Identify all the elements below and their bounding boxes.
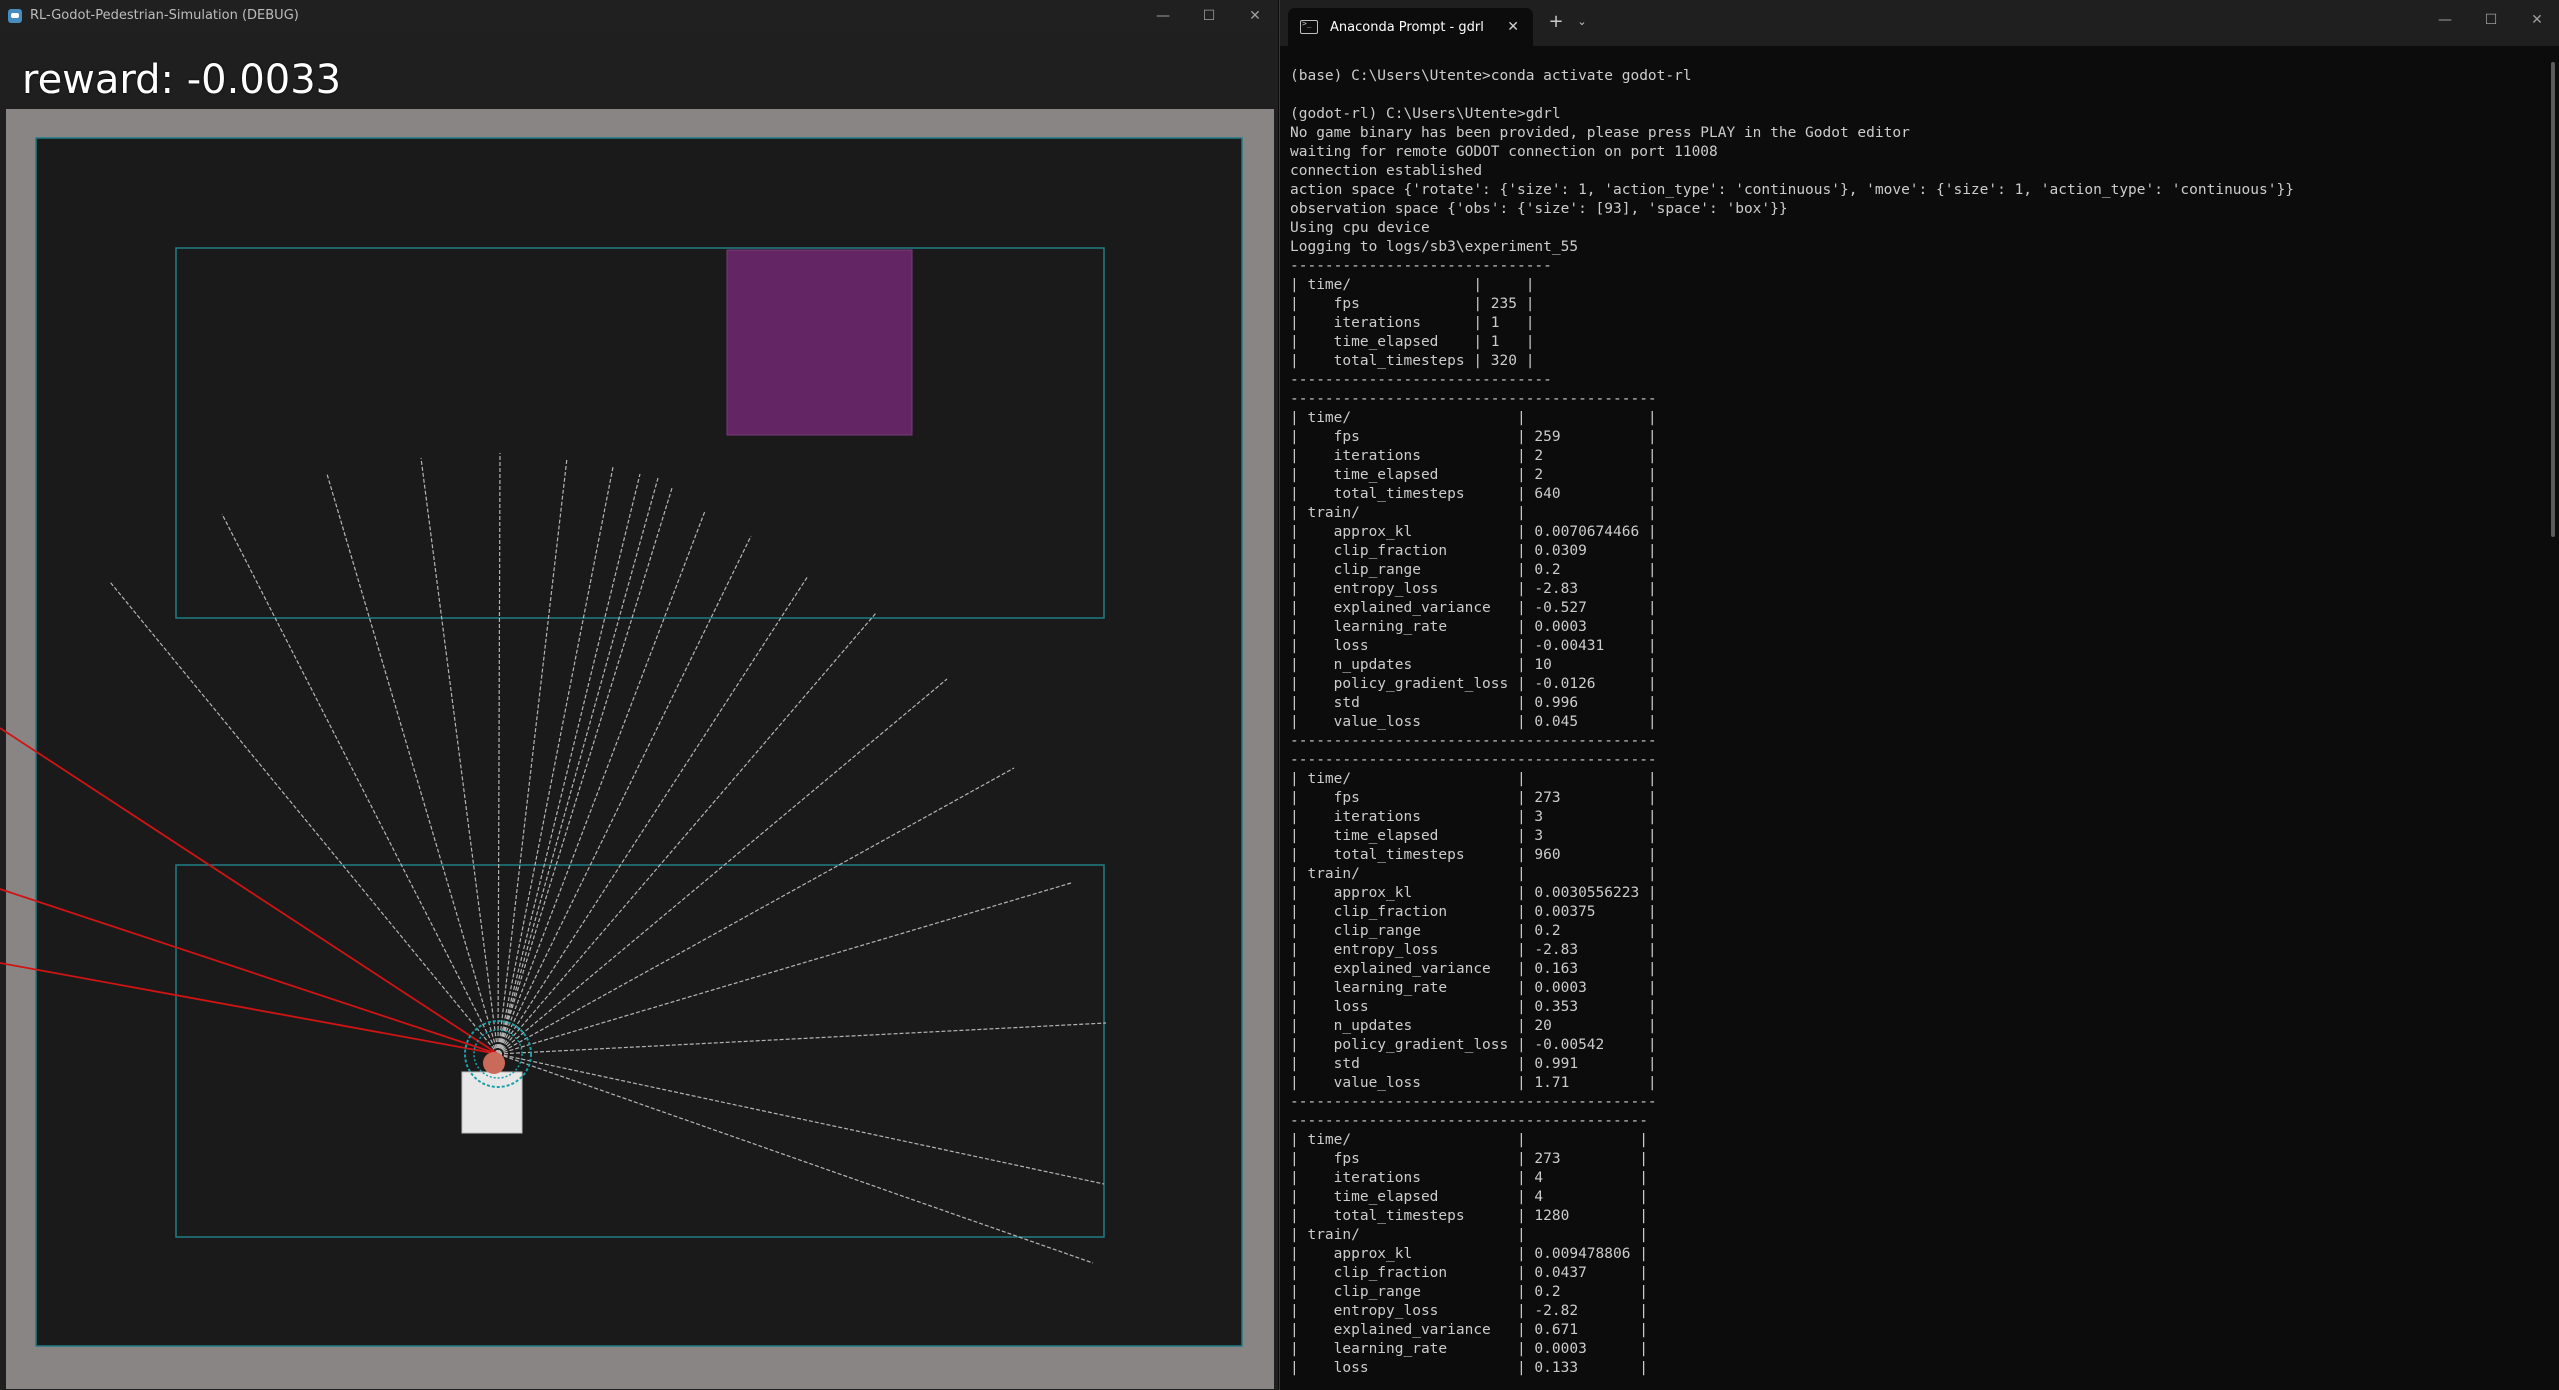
terminal-line: | value_loss | 1.71 | bbox=[1290, 1075, 1657, 1091]
tab-title: Anaconda Prompt - gdrl bbox=[1330, 19, 1484, 35]
terminal-line: ------------------------------ bbox=[1290, 372, 1552, 388]
terminal-line: | fps | 273 | bbox=[1290, 1151, 1648, 1167]
terminal-line: | approx_kl | 0.009478806 | bbox=[1290, 1246, 1648, 1262]
terminal-line: | time_elapsed | 1 | bbox=[1290, 334, 1535, 350]
terminal-line: | loss | -0.00431 | bbox=[1290, 638, 1657, 654]
terminal-line: observation space {'obs': {'size': [93],… bbox=[1290, 201, 1788, 217]
terminal-line: ------------------------------ bbox=[1290, 258, 1552, 274]
terminal-line: | entropy_loss | -2.83 | bbox=[1290, 581, 1657, 597]
terminal-line: | time/ | | bbox=[1290, 410, 1657, 426]
terminal-line: Logging to logs/sb3\experiment_55 bbox=[1290, 239, 1579, 255]
terminal-line: | train/ | | bbox=[1290, 866, 1657, 882]
terminal-line: | value_loss | 0.045 | bbox=[1290, 714, 1657, 730]
terminal-line: | fps | 259 | bbox=[1290, 429, 1657, 445]
agent-body-box bbox=[461, 1071, 523, 1134]
terminal-line: | loss | 0.133 | bbox=[1290, 1360, 1648, 1376]
terminal-line: ----------------------------------------… bbox=[1290, 1094, 1657, 1110]
terminal-line: | iterations | 1 | bbox=[1290, 315, 1535, 331]
godot-titlebar[interactable]: RL-Godot-Pedestrian-Simulation (DEBUG) —… bbox=[0, 0, 1278, 31]
terminal-line: | total_timesteps | 320 | bbox=[1290, 353, 1535, 369]
terminal-line: | n_updates | 20 | bbox=[1290, 1018, 1657, 1034]
terminal-window[interactable]: Anaconda Prompt - gdrl ✕ + ⌄ — ☐ ✕ (base… bbox=[1279, 0, 2559, 1390]
terminal-line: | policy_gradient_loss | -0.0126 | bbox=[1290, 676, 1657, 692]
terminal-line: | learning_rate | 0.0003 | bbox=[1290, 980, 1657, 996]
minimize-button[interactable]: — bbox=[1140, 0, 1186, 31]
terminal-line: | iterations | 4 | bbox=[1290, 1170, 1648, 1186]
terminal-line: | policy_gradient_loss | -0.00542 | bbox=[1290, 1037, 1657, 1053]
game-viewport[interactable]: reward: -0.0033 bbox=[0, 31, 1278, 1390]
terminal-line: | time_elapsed | 2 | bbox=[1290, 467, 1657, 483]
terminal-line: ----------------------------------------… bbox=[1290, 733, 1657, 749]
tab-dropdown-button[interactable]: ⌄ bbox=[1573, 13, 1591, 31]
terminal-line: | explained_variance | 0.671 | bbox=[1290, 1322, 1648, 1338]
maximize-button[interactable]: ☐ bbox=[1186, 0, 1232, 31]
terminal-line: | iterations | 3 | bbox=[1290, 809, 1657, 825]
terminal-line: | clip_fraction | 0.0309 | bbox=[1290, 543, 1657, 559]
terminal-line: | clip_fraction | 0.0437 | bbox=[1290, 1265, 1648, 1281]
terminal-line: No game binary has been provided, please… bbox=[1290, 125, 1910, 141]
terminal-line: | loss | 0.353 | bbox=[1290, 999, 1657, 1015]
new-tab-button[interactable]: + bbox=[1546, 12, 1566, 32]
close-button[interactable]: ✕ bbox=[1232, 0, 1278, 31]
tab-close-icon[interactable]: ✕ bbox=[1507, 19, 1519, 35]
terminal-line: connection established bbox=[1290, 163, 1483, 179]
maximize-button[interactable]: ☐ bbox=[2468, 0, 2514, 40]
close-button[interactable]: ✕ bbox=[2514, 0, 2559, 40]
arena-floor bbox=[35, 137, 1243, 1347]
terminal-line: | clip_fraction | 0.00375 | bbox=[1290, 904, 1657, 920]
terminal-line: ----------------------------------------… bbox=[1290, 1113, 1648, 1129]
terminal-line: | train/ | | bbox=[1290, 1227, 1648, 1243]
terminal-line: | approx_kl | 0.0030556223 | bbox=[1290, 885, 1657, 901]
terminal-tab[interactable]: Anaconda Prompt - gdrl ✕ bbox=[1288, 8, 1533, 46]
terminal-line: ----------------------------------------… bbox=[1290, 391, 1657, 407]
goal-target bbox=[726, 249, 913, 436]
minimize-button[interactable]: — bbox=[2422, 0, 2468, 40]
terminal-line: (base) C:\Users\Utente>conda activate go… bbox=[1290, 68, 1692, 84]
terminal-scrollbar[interactable] bbox=[2551, 62, 2555, 537]
terminal-line: | clip_range | 0.2 | bbox=[1290, 1284, 1648, 1300]
terminal-line: | std | 0.996 | bbox=[1290, 695, 1657, 711]
terminal-line: ----------------------------------------… bbox=[1290, 752, 1657, 768]
terminal-output[interactable]: (base) C:\Users\Utente>conda activate go… bbox=[1290, 67, 2530, 1378]
terminal-line: | entropy_loss | -2.82 | bbox=[1290, 1303, 1648, 1319]
terminal-line: | approx_kl | 0.0070674466 | bbox=[1290, 524, 1657, 540]
terminal-line: | explained_variance | 0.163 | bbox=[1290, 961, 1657, 977]
terminal-line: action space {'rotate': {'size': 1, 'act… bbox=[1290, 182, 2294, 198]
terminal-line: | train/ | | bbox=[1290, 505, 1657, 521]
pedestrian-agent bbox=[483, 1052, 505, 1074]
terminal-line: | total_timesteps | 640 | bbox=[1290, 486, 1657, 502]
terminal-line: | learning_rate | 0.0003 | bbox=[1290, 1341, 1648, 1357]
terminal-line: | time_elapsed | 4 | bbox=[1290, 1189, 1648, 1205]
terminal-line: | time/ | | bbox=[1290, 1132, 1648, 1148]
terminal-line: | total_timesteps | 960 | bbox=[1290, 847, 1657, 863]
terminal-line: | clip_range | 0.2 | bbox=[1290, 923, 1657, 939]
terminal-line: | iterations | 2 | bbox=[1290, 448, 1657, 464]
terminal-line: | std | 0.991 | bbox=[1290, 1056, 1657, 1072]
terminal-titlebar[interactable]: Anaconda Prompt - gdrl ✕ + ⌄ — ☐ ✕ bbox=[1280, 0, 2559, 46]
terminal-line: Using cpu device bbox=[1290, 220, 1430, 236]
terminal-line: | clip_range | 0.2 | bbox=[1290, 562, 1657, 578]
terminal-icon bbox=[1300, 19, 1318, 34]
terminal-line: | learning_rate | 0.0003 | bbox=[1290, 619, 1657, 635]
terminal-line: | fps | 235 | bbox=[1290, 296, 1535, 312]
simulation-canvas bbox=[0, 109, 1274, 1389]
terminal-line: | entropy_loss | -2.83 | bbox=[1290, 942, 1657, 958]
terminal-line: | n_updates | 10 | bbox=[1290, 657, 1657, 673]
window-title: RL-Godot-Pedestrian-Simulation (DEBUG) bbox=[30, 8, 299, 23]
reward-label: reward: -0.0033 bbox=[22, 57, 342, 103]
terminal-line: (godot-rl) C:\Users\Utente>gdrl bbox=[1290, 106, 1561, 122]
godot-game-window[interactable]: RL-Godot-Pedestrian-Simulation (DEBUG) —… bbox=[0, 0, 1278, 1390]
terminal-line: | fps | 273 | bbox=[1290, 790, 1657, 806]
terminal-line: | explained_variance | -0.527 | bbox=[1290, 600, 1657, 616]
terminal-line: | time/ | | bbox=[1290, 771, 1657, 787]
terminal-line: waiting for remote GODOT connection on p… bbox=[1290, 144, 1718, 160]
godot-icon bbox=[8, 8, 22, 23]
terminal-line: | total_timesteps | 1280 | bbox=[1290, 1208, 1648, 1224]
terminal-line: | time/ | | bbox=[1290, 277, 1535, 293]
terminal-line: | time_elapsed | 3 | bbox=[1290, 828, 1657, 844]
